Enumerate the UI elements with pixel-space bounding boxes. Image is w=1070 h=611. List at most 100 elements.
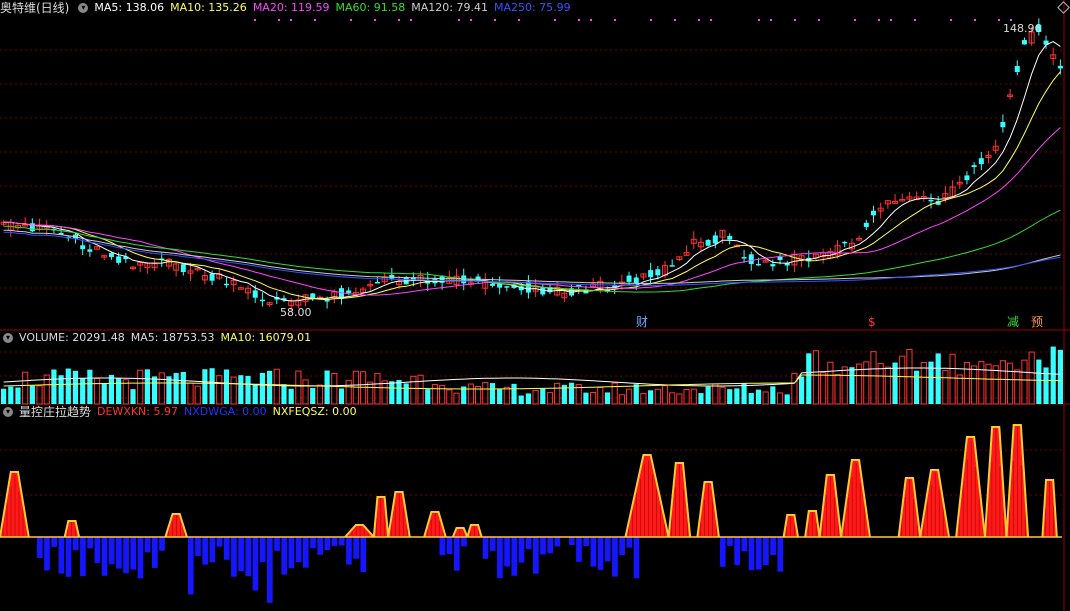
indicator-negative-bar: [482, 537, 489, 559]
volume-ma10-line: [3, 374, 1061, 390]
indicator-negative-bar: [626, 537, 633, 548]
volume-bar: [1028, 351, 1035, 405]
indicator-negative-bar: [65, 537, 72, 577]
indicator-negative-bar: [209, 537, 216, 563]
volume-bar: [331, 372, 338, 405]
indicator-negative-bar: [719, 537, 726, 567]
volume-bar: [633, 384, 639, 404]
candle-body: [741, 257, 747, 259]
dropdown-icon[interactable]: ▾: [3, 333, 13, 343]
volume-bar: [518, 395, 524, 404]
candle-body: [116, 256, 122, 263]
volume-bar: [625, 388, 633, 405]
candle-body: [1057, 65, 1063, 69]
indicator-negative-bar: [633, 537, 640, 579]
volume-bar: [389, 381, 395, 404]
indicator-negative-bar: [763, 537, 769, 566]
candle-body: [648, 270, 654, 278]
dropdown-icon[interactable]: ▾: [3, 407, 13, 417]
indicator-negative-bar: [489, 537, 496, 551]
event-marker-finance[interactable]: 财: [636, 315, 648, 329]
volume-bar: [648, 390, 654, 404]
volume-bar: [1, 388, 7, 404]
volume-panel-header: ▾ VOLUME: 20291.48 MA5: 18753.53 MA10: 1…: [0, 330, 317, 346]
indicator-negative-bar: [72, 537, 79, 551]
ma20-label: MA20: 119.59: [252, 1, 330, 14]
indicator-negative-bar: [338, 537, 345, 546]
signal-dot: [818, 19, 820, 21]
volume-bar: [202, 369, 208, 404]
dewxkn-label: DEWXKN: 5.97: [97, 405, 178, 418]
volume-bar: [431, 384, 439, 405]
volume-bar: [820, 372, 827, 405]
indicator-negative-bar: [130, 537, 137, 570]
candle-body: [971, 165, 977, 168]
signal-dot: [254, 19, 256, 21]
volume-bar: [770, 386, 776, 404]
event-marker-dividend[interactable]: $: [868, 315, 876, 329]
indicator-negative-bar: [360, 537, 367, 573]
signal-dot: [350, 19, 352, 21]
volume-bar: [381, 380, 388, 405]
volume-label: VOLUME: 20291.48: [19, 331, 125, 344]
candle-body: [346, 290, 352, 294]
volume-bar: [949, 353, 956, 405]
volume-bar: [288, 388, 294, 404]
candle-body: [80, 245, 86, 250]
signal-dot: [458, 19, 460, 21]
volume-bar: [116, 378, 122, 404]
volume-bar: [453, 392, 460, 405]
signal-dot: [974, 19, 976, 21]
volume-bar: [137, 369, 144, 405]
signal-dot: [470, 19, 472, 21]
signal-dot: [650, 19, 652, 21]
signal-dot: [374, 19, 376, 21]
volume-bar: [497, 389, 503, 404]
volume-bar: [281, 384, 287, 404]
indicator-negative-bar: [195, 537, 201, 556]
indicator-negative-bar: [346, 537, 352, 565]
candle-body: [964, 175, 970, 181]
ma120-label: MA120: 79.41: [411, 1, 488, 14]
indicator-negative-bar: [310, 537, 316, 549]
volume-bar: [29, 385, 35, 404]
indicator-negative-bar: [274, 537, 280, 551]
signal-dot: [890, 19, 892, 21]
candle-body: [1014, 66, 1020, 72]
candle-body: [324, 299, 330, 302]
volume-bar: [676, 393, 683, 405]
volume-bar: [467, 383, 474, 405]
volume-bar: [158, 372, 165, 405]
volume-bar: [791, 373, 798, 405]
volume-bar: [849, 367, 855, 404]
dropdown-icon[interactable]: ▾: [78, 3, 89, 13]
volume-bar: [273, 368, 280, 405]
volume-bar: [101, 382, 107, 404]
candle-body: [633, 277, 639, 284]
volume-bar: [367, 381, 374, 405]
volume-bar: [1057, 349, 1063, 404]
indicator-negative-bar: [187, 537, 194, 595]
volume-bar: [216, 375, 223, 405]
indicator-negative-bar: [137, 537, 144, 579]
indicator-negative-bar: [511, 537, 518, 576]
indicator-negative-bar: [216, 537, 223, 547]
volume-bar: [22, 371, 29, 405]
indicator-negative-bar: [554, 537, 561, 547]
candle-body: [209, 273, 215, 281]
low-price-label: 58.00: [280, 306, 312, 319]
indicator-negative-bar: [231, 537, 237, 577]
volume-bar: [173, 373, 179, 404]
indicator-negative-bar: [331, 537, 338, 546]
signal-dot: [758, 19, 760, 21]
volume-bar: [302, 379, 309, 405]
volume-bar: [324, 370, 330, 404]
event-marker-reduce[interactable]: 减: [1007, 315, 1019, 329]
chart-canvas[interactable]: [0, 0, 1070, 611]
indicator-positive-area: [920, 470, 949, 537]
indicator-negative-bar: [734, 537, 740, 566]
indicator-negative-bar: [94, 537, 101, 563]
indicator-negative-bar: [612, 537, 618, 577]
event-marker-forecast[interactable]: 预: [1031, 315, 1043, 329]
volume-bar: [806, 353, 812, 404]
